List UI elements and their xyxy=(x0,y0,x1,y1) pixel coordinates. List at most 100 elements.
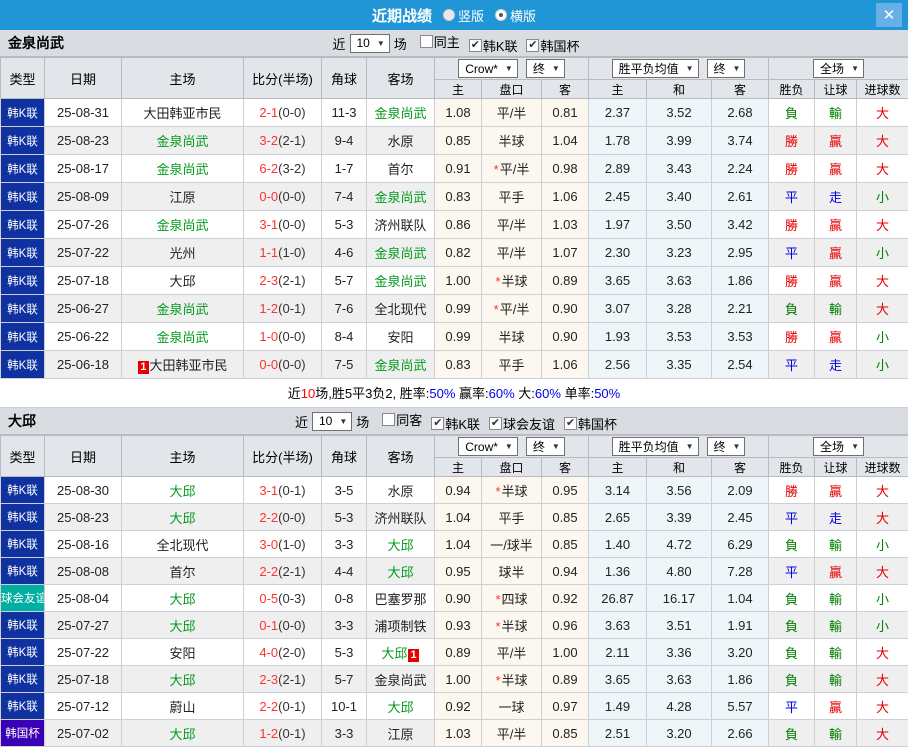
scope-select[interactable]: 全场 ▼ xyxy=(813,59,864,78)
avg-final-select[interactable]: 终 ▼ xyxy=(706,437,746,456)
wdl-result-cell: 負 xyxy=(768,638,816,666)
odds-source-select[interactable]: Crow* ▼ xyxy=(458,437,518,456)
checkbox-label: 同主 xyxy=(433,34,460,50)
avg-draw-cell: 4.72 xyxy=(646,530,712,558)
home-team-cell: 金泉尚武 xyxy=(121,154,244,183)
away-team-cell: 金泉尚武 xyxy=(366,98,435,127)
team-label: 大邱 xyxy=(387,564,414,580)
chevron-down-icon: ▼ xyxy=(504,442,513,451)
away-odds-cell: 0.97 xyxy=(541,692,589,720)
avg-away-cell: 5.57 xyxy=(710,692,770,720)
checkbox-unchecked-icon[interactable] xyxy=(382,412,396,426)
filter-checkbox[interactable]: ✔ 韩K联 xyxy=(468,36,517,55)
team-label: 大邱 xyxy=(387,537,414,553)
summary-segment: 场,胜5平3负2, 胜率: xyxy=(315,386,430,401)
checkbox-checked-icon[interactable]: ✔ xyxy=(526,38,540,52)
team-label: 蔚山 xyxy=(169,699,196,715)
games-count-select[interactable]: 10 ▼ xyxy=(349,33,390,53)
games-count-value: 10 xyxy=(319,414,333,428)
col-avg-home: 主 xyxy=(588,79,647,99)
wdl-result-cell: 負 xyxy=(768,98,816,127)
handicap-cell: 平手 xyxy=(481,503,542,531)
chevron-down-icon: ▼ xyxy=(685,64,694,73)
checkbox-checked-icon[interactable]: ✔ xyxy=(564,416,577,430)
col-away: 客场 xyxy=(366,57,435,99)
league-cell: 韩K联 xyxy=(0,98,45,127)
layout-radio-vertical[interactable]: 竖版 xyxy=(442,6,484,25)
home-odds-cell: 1.08 xyxy=(434,98,482,127)
date-cell: 25-08-30 xyxy=(44,476,122,504)
checkbox-checked-icon[interactable]: ✔ xyxy=(431,416,445,430)
checkbox-checked-icon[interactable]: ✔ xyxy=(468,38,482,52)
team-label: 大邱 xyxy=(169,274,196,289)
league-cell: 韩K联 xyxy=(0,557,45,585)
avg-home-cell: 1.93 xyxy=(588,322,647,351)
away-team-cell: 济州联队 xyxy=(366,210,435,239)
team-label: 金泉尚武 xyxy=(156,218,209,233)
date-cell: 25-08-31 xyxy=(44,98,122,127)
checkbox-checked-icon[interactable]: ✔ xyxy=(488,416,502,430)
away-odds-cell: 1.07 xyxy=(541,238,589,267)
filter-checkbox[interactable]: ✔ 球会友谊 xyxy=(488,414,555,433)
filter-checkbox[interactable]: ✔ 韩K联 xyxy=(431,414,480,433)
match-row: 韩K联 25-06-18 1 大田韩亚市民 0-0(0-0) 7-5 金泉尚武 0.83 平手 1… xyxy=(0,350,908,379)
date-cell: 25-06-27 xyxy=(44,294,122,323)
corner-cell: 5-3 xyxy=(321,210,367,239)
odds-source-value: Crow* xyxy=(465,439,498,454)
scope-value: 全场 xyxy=(820,440,845,454)
score-cell: 3-2(2-1) xyxy=(243,126,322,155)
radio-icon[interactable] xyxy=(442,9,455,21)
goals-result-cell: 大 xyxy=(856,294,908,323)
layout-radio-horizontal[interactable]: 横版 xyxy=(495,6,536,25)
avg-home-cell: 3.65 xyxy=(588,266,647,295)
match-row: 韩K联 25-07-22 光州 1-1(1-0) 4-6 金泉尚武 0.82 平/半 1.07 2… xyxy=(0,238,908,267)
team-label: 大田韩亚市民 xyxy=(149,358,228,373)
date-cell: 25-08-16 xyxy=(44,530,122,558)
avg-away-cell: 2.61 xyxy=(710,182,770,211)
close-icon[interactable]: ✕ xyxy=(876,3,902,27)
away-team-cell: 大邱 1 xyxy=(366,638,435,666)
checkbox-unchecked-icon[interactable] xyxy=(419,34,433,48)
scope-select[interactable]: 全场 ▼ xyxy=(813,437,864,456)
avg-group-header: 胜平负均值 ▼ 终 ▼ xyxy=(587,57,770,80)
odds-final-select[interactable]: 终 ▼ xyxy=(525,59,565,78)
chevron-down-icon: ▼ xyxy=(551,64,560,73)
handicap-result-cell: 贏 xyxy=(814,210,858,239)
avg-source-select[interactable]: 胜平负均值 ▼ xyxy=(611,59,699,78)
avg-away-cell: 1.86 xyxy=(710,665,770,693)
summary-segment: 单率: xyxy=(560,386,595,401)
avg-draw-cell: 16.17 xyxy=(646,584,712,612)
away-odds-cell: 0.95 xyxy=(541,476,589,504)
home-odds-cell: 0.99 xyxy=(434,322,482,351)
filter-checkbox[interactable]: 同主 xyxy=(419,32,460,51)
filter-checkbox[interactable]: 同客 xyxy=(382,410,422,429)
odds-source-select[interactable]: Crow* ▼ xyxy=(458,59,518,78)
match-row: 韩K联 25-08-17 金泉尚武 6-2(3-2) 1-7 首尔 0.91 *平/半 0.98… xyxy=(0,154,908,183)
radio-icon[interactable] xyxy=(495,9,507,21)
team-label: 金泉尚武 xyxy=(374,672,427,688)
col-date: 日期 xyxy=(44,57,122,99)
away-team-cell: 江原 xyxy=(366,719,435,747)
avg-source-select[interactable]: 胜平负均值 ▼ xyxy=(611,437,699,456)
team-label: 大邱 xyxy=(387,699,414,715)
col-home-odds: 主 xyxy=(434,79,482,99)
avg-final-select[interactable]: 终 ▼ xyxy=(706,59,746,78)
filter-checkbox[interactable]: ✔ 韩国杯 xyxy=(526,36,580,55)
league-cell: 韩K联 xyxy=(0,266,45,295)
odds-group-header: Crow* ▼ 终 ▼ xyxy=(434,57,589,80)
col-type: 类型 xyxy=(0,435,45,477)
avg-away-cell: 3.20 xyxy=(710,638,770,666)
away-odds-cell: 0.96 xyxy=(541,611,589,639)
away-team-cell: 首尔 xyxy=(366,154,435,183)
handicap-cell: *平/半 xyxy=(481,154,542,183)
games-count-select[interactable]: 10 ▼ xyxy=(312,411,353,431)
avg-home-cell: 3.63 xyxy=(588,611,647,639)
odds-final-select[interactable]: 终 ▼ xyxy=(525,437,565,456)
home-team-cell: 大邱 xyxy=(121,719,244,747)
scope-group-header: 全场 ▼ xyxy=(768,435,908,458)
wdl-result-cell: 勝 xyxy=(768,154,816,183)
away-odds-cell: 0.85 xyxy=(541,719,589,747)
home-odds-cell: 0.99 xyxy=(434,294,482,323)
team-label: 大邱 xyxy=(169,672,196,688)
filter-checkbox[interactable]: ✔ 韩国杯 xyxy=(564,414,617,433)
